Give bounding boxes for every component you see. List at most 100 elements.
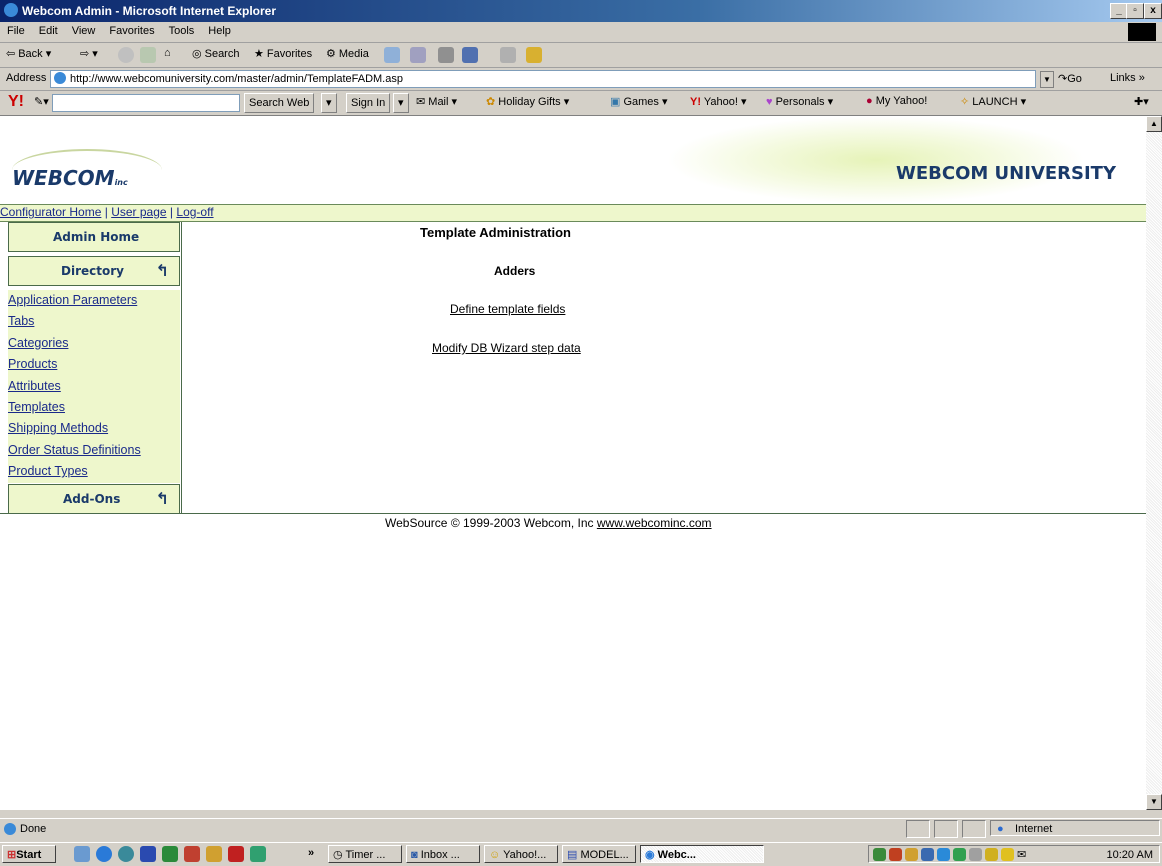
tray-icon[interactable] bbox=[905, 848, 918, 861]
addons-header[interactable]: Add-Ons ↰ bbox=[8, 484, 180, 514]
sign-in-button[interactable]: Sign In bbox=[346, 93, 391, 113]
maximize-button[interactable]: ▫ bbox=[1126, 3, 1144, 19]
excel-icon[interactable] bbox=[162, 846, 178, 862]
holiday-gifts-button[interactable]: ✿ Holiday Gifts ▾ bbox=[486, 95, 569, 108]
task-inbox[interactable]: ◙ Inbox ... bbox=[406, 845, 480, 863]
tray-icon[interactable] bbox=[953, 848, 966, 861]
search-web-button[interactable]: Search Web bbox=[244, 93, 315, 113]
menu-edit[interactable]: Edit bbox=[32, 22, 65, 37]
close-button[interactable]: x bbox=[1144, 3, 1162, 19]
status-bar: Done ● Internet bbox=[0, 818, 1162, 839]
configurator-home-link[interactable]: Configurator Home bbox=[0, 205, 101, 219]
menu-help[interactable]: Help bbox=[201, 22, 238, 37]
site-header: WEBCOMinc WEBCOM UNIVERSITY bbox=[0, 116, 1146, 204]
sidebar-item-application-parameters[interactable]: Application Parameters bbox=[8, 290, 180, 311]
messenger-button[interactable] bbox=[526, 47, 542, 63]
status-text: Done bbox=[20, 823, 47, 835]
media-button[interactable]: ⚙ Media bbox=[326, 47, 369, 61]
user-page-link[interactable]: User page bbox=[111, 205, 166, 219]
go-arrow-icon: ↷ bbox=[1058, 73, 1068, 85]
sidebar-item-products[interactable]: Products bbox=[8, 354, 180, 375]
menu-favorites[interactable]: Favorites bbox=[102, 22, 161, 37]
task-yahoo[interactable]: ☺ Yahoo!... bbox=[484, 845, 558, 863]
sidebar-item-templates[interactable]: Templates bbox=[8, 397, 180, 418]
tray-icon[interactable] bbox=[889, 848, 902, 861]
sidebar-item-shipping-methods[interactable]: Shipping Methods bbox=[8, 418, 180, 439]
footer-divider bbox=[0, 513, 1146, 514]
print-button[interactable] bbox=[438, 47, 454, 63]
pencil-icon[interactable]: ✎▾ bbox=[34, 95, 49, 108]
task-model[interactable]: ▤ MODEL... bbox=[562, 845, 636, 863]
security-zone: ● Internet bbox=[990, 820, 1160, 836]
yahoo-search-input[interactable] bbox=[52, 94, 240, 112]
tray-icon[interactable] bbox=[969, 848, 982, 861]
sidebar-item-attributes[interactable]: Attributes bbox=[8, 376, 180, 397]
yahoo-logo-icon[interactable]: Y! bbox=[8, 93, 24, 111]
stop-button[interactable] bbox=[118, 47, 134, 63]
powerpoint-icon[interactable] bbox=[184, 846, 200, 862]
logoff-link[interactable]: Log-off bbox=[176, 205, 213, 219]
search-button[interactable]: ◎ Search bbox=[192, 47, 239, 61]
tray-icon[interactable] bbox=[985, 848, 998, 861]
menu-tools[interactable]: Tools bbox=[162, 22, 202, 37]
menu-view[interactable]: View bbox=[65, 22, 103, 37]
task-webcom[interactable]: ◉ Webc... bbox=[640, 845, 764, 863]
define-template-fields-link[interactable]: Define template fields bbox=[450, 302, 565, 316]
toolbar-options-icon[interactable]: ✚▾ bbox=[1134, 95, 1149, 108]
address-label: Address bbox=[6, 72, 47, 84]
go-button[interactable]: ↷Go bbox=[1058, 72, 1082, 85]
yahoo-mail-button[interactable]: ✉ Mail ▾ bbox=[416, 95, 457, 108]
webcom-logo: WEBCOMinc bbox=[12, 166, 128, 190]
footer: WebSource © 1999-2003 Webcom, Inc www.we… bbox=[385, 516, 712, 530]
tray-icon[interactable] bbox=[873, 848, 886, 861]
tray-icon[interactable] bbox=[1001, 848, 1014, 861]
search-web-dropdown[interactable]: ▾ bbox=[321, 93, 337, 113]
task-timer[interactable]: ◷ Timer ... bbox=[328, 845, 402, 863]
sidebar-item-categories[interactable]: Categories bbox=[8, 333, 180, 354]
explorer-icon[interactable] bbox=[206, 846, 222, 862]
home-button[interactable]: ⌂ bbox=[164, 47, 171, 59]
tray-icon[interactable] bbox=[921, 848, 934, 861]
refresh-button[interactable] bbox=[140, 47, 156, 63]
gift-icon: ✿ bbox=[486, 96, 496, 108]
menu-file[interactable]: File bbox=[0, 22, 32, 37]
favorites-button[interactable]: ★ Favorites bbox=[254, 47, 312, 61]
my-yahoo-button[interactable]: ● My Yahoo! bbox=[866, 95, 927, 107]
forward-button[interactable]: ⇨ ▾ bbox=[80, 47, 98, 60]
media-player-icon[interactable] bbox=[118, 846, 134, 862]
discuss-button[interactable] bbox=[500, 47, 516, 63]
admin-home-button[interactable]: Admin Home bbox=[8, 222, 180, 252]
start-button[interactable]: ⊞Start bbox=[2, 845, 56, 863]
vertical-scrollbar[interactable]: ▲ ▼ bbox=[1146, 116, 1162, 810]
launch-button[interactable]: ✧ LAUNCH ▾ bbox=[960, 95, 1026, 108]
page-done-icon bbox=[4, 823, 16, 835]
acrobat-icon[interactable] bbox=[228, 846, 244, 862]
scroll-down-button[interactable]: ▼ bbox=[1146, 794, 1162, 810]
tray-icon[interactable] bbox=[937, 848, 950, 861]
word-icon[interactable] bbox=[140, 846, 156, 862]
links-button[interactable]: Links » bbox=[1110, 72, 1145, 84]
modify-db-wizard-link[interactable]: Modify DB Wizard step data bbox=[432, 341, 581, 355]
yahoo-button[interactable]: Y! Yahoo! ▾ bbox=[690, 95, 747, 108]
edit-button[interactable] bbox=[462, 47, 478, 63]
envelope-icon[interactable]: ✉ bbox=[1017, 848, 1026, 861]
address-input[interactable]: http://www.webcomuniversity.com/master/a… bbox=[50, 70, 1036, 88]
app-icon[interactable] bbox=[250, 846, 266, 862]
history-button[interactable] bbox=[384, 47, 400, 63]
sign-in-dropdown[interactable]: ▾ bbox=[393, 93, 409, 113]
sidebar-item-product-types[interactable]: Product Types bbox=[8, 461, 180, 482]
scroll-up-button[interactable]: ▲ bbox=[1146, 116, 1162, 132]
games-button[interactable]: ▣ Games ▾ bbox=[610, 95, 668, 108]
taskbar-overflow-icon[interactable]: » bbox=[308, 847, 314, 859]
webcominc-link[interactable]: www.webcominc.com bbox=[597, 516, 712, 530]
directory-header[interactable]: Directory ↰ bbox=[8, 256, 180, 286]
personals-button[interactable]: ♥ Personals ▾ bbox=[766, 95, 833, 108]
mail-button[interactable] bbox=[410, 47, 426, 63]
address-dropdown-button[interactable]: ▼ bbox=[1040, 71, 1054, 88]
ie-launch-icon[interactable] bbox=[96, 846, 112, 862]
sidebar-item-order-status-definitions[interactable]: Order Status Definitions bbox=[8, 440, 180, 461]
sidebar-item-tabs[interactable]: Tabs bbox=[8, 311, 180, 332]
desktop-icon[interactable] bbox=[74, 846, 90, 862]
back-button[interactable]: ⇦ Back ▾ bbox=[6, 47, 51, 61]
yahoo-small-icon: Y! bbox=[690, 96, 701, 108]
